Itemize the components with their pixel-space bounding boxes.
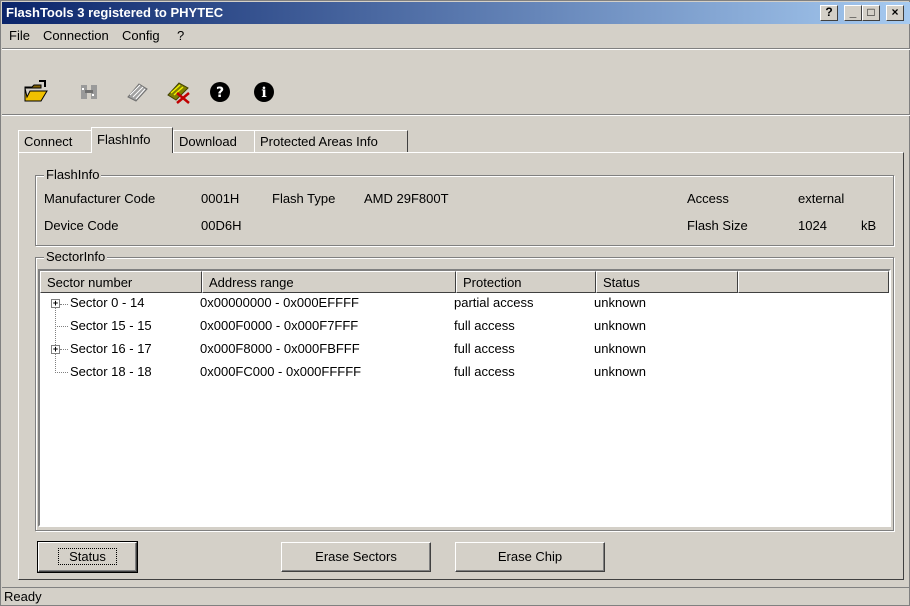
window-title: FlashTools 3 registered to PHYTEC <box>6 5 224 20</box>
expand-plus-icon[interactable]: + <box>51 345 60 354</box>
minimize-button[interactable]: _ <box>844 5 862 21</box>
protection-cell: full access <box>454 341 515 356</box>
sector-number-cell: Sector 0 - 14 <box>70 295 145 310</box>
status-text: Ready <box>4 589 42 604</box>
menu-help[interactable]: ? <box>177 28 184 43</box>
flash-type-label: Flash Type <box>272 191 336 206</box>
status-button[interactable]: Status <box>37 541 138 573</box>
status-cell: unknown <box>594 318 647 333</box>
table-row[interactable]: + Sector 16 - 17 0x000F8000 - 0x000FBFFF… <box>40 339 889 361</box>
svg-text:?: ? <box>216 85 224 101</box>
protection-cell: full access <box>454 364 515 379</box>
status-bar: Ready <box>2 587 910 606</box>
status-cell: unknown <box>594 364 647 379</box>
title-bar[interactable]: FlashTools 3 registered to PHYTEC ? _ □ … <box>2 2 910 24</box>
toolbar-separator <box>2 114 910 116</box>
maximize-button[interactable]: □ <box>862 5 880 21</box>
menu-config[interactable]: Config <box>122 28 160 43</box>
address-range-cell: 0x000F0000 - 0x000F7FFF <box>200 318 359 333</box>
column-header-empty <box>738 271 889 293</box>
menu-separator <box>2 48 910 50</box>
menu-bar: File Connection Config ? <box>2 25 910 47</box>
manufacturer-code-value: 0001H <box>201 191 240 206</box>
sector-number-cell: Sector 15 - 15 <box>70 318 152 333</box>
column-header-status[interactable]: Status <box>596 271 738 293</box>
address-range-cell: 0x000F8000 - 0x000FBFFF <box>200 341 360 356</box>
connect-icon[interactable] <box>77 79 103 105</box>
tab-protected-areas-info[interactable]: Protected Areas Info <box>254 130 408 152</box>
status-cell: unknown <box>594 295 647 310</box>
table-row[interactable]: Sector 15 - 15 0x000F0000 - 0x000F7FFF f… <box>40 316 889 338</box>
info-icon[interactable]: i <box>251 79 277 105</box>
device-code-value: 00D6H <box>201 218 242 233</box>
flash-size-unit: kB <box>861 218 877 233</box>
expand-plus-icon[interactable]: + <box>51 299 60 308</box>
column-header-address-range[interactable]: Address range <box>202 271 456 293</box>
flashinfo-group <box>35 175 894 246</box>
access-label: Access <box>687 191 729 206</box>
status-cell: unknown <box>594 341 647 356</box>
column-header-protection[interactable]: Protection <box>456 271 596 293</box>
flash-size-label: Flash Size <box>687 218 748 233</box>
help-caption-button[interactable]: ? <box>820 5 838 21</box>
manufacturer-code-label: Manufacturer Code <box>44 191 156 206</box>
menu-connection[interactable]: Connection <box>43 28 109 43</box>
flash-size-value: 1024 <box>798 218 827 233</box>
erase-sectors-button[interactable]: Erase Sectors <box>281 542 431 572</box>
address-range-cell: 0x00000000 - 0x000EFFFF <box>200 295 359 310</box>
sectorinfo-legend: SectorInfo <box>44 249 108 264</box>
chip-icon[interactable] <box>125 79 151 105</box>
access-value: external <box>798 191 845 206</box>
tab-flashinfo[interactable]: FlashInfo <box>91 127 173 153</box>
close-button[interactable]: × <box>886 5 904 21</box>
sector-number-cell: Sector 16 - 17 <box>70 341 152 356</box>
open-folder-icon[interactable] <box>23 79 49 105</box>
status-button-label: Status <box>58 548 117 565</box>
menu-file[interactable]: File <box>9 28 30 43</box>
protection-cell: full access <box>454 318 515 333</box>
tab-connect[interactable]: Connect <box>18 130 92 152</box>
tab-download[interactable]: Download <box>173 130 255 152</box>
address-range-cell: 0x000FC000 - 0x000FFFFF <box>200 364 362 379</box>
sector-list[interactable]: Sector number Address range Protection S… <box>38 269 891 527</box>
table-row[interactable]: + Sector 0 - 14 0x00000000 - 0x000EFFFF … <box>40 293 889 315</box>
table-row[interactable]: Sector 18 - 18 0x000FC000 - 0x000FFFFF f… <box>40 362 889 384</box>
flash-type-value: AMD 29F800T <box>364 191 449 206</box>
erase-chip-icon[interactable] <box>165 79 191 105</box>
protection-cell: partial access <box>454 295 534 310</box>
erase-chip-button[interactable]: Erase Chip <box>455 542 605 572</box>
column-header-sector-number[interactable]: Sector number <box>40 271 202 293</box>
sector-number-cell: Sector 18 - 18 <box>70 364 152 379</box>
svg-text:i: i <box>261 85 266 101</box>
help-icon[interactable]: ? <box>207 79 233 105</box>
flashinfo-legend: FlashInfo <box>44 167 102 182</box>
device-code-label: Device Code <box>44 218 119 233</box>
app-window: FlashTools 3 registered to PHYTEC ? _ □ … <box>0 0 910 606</box>
